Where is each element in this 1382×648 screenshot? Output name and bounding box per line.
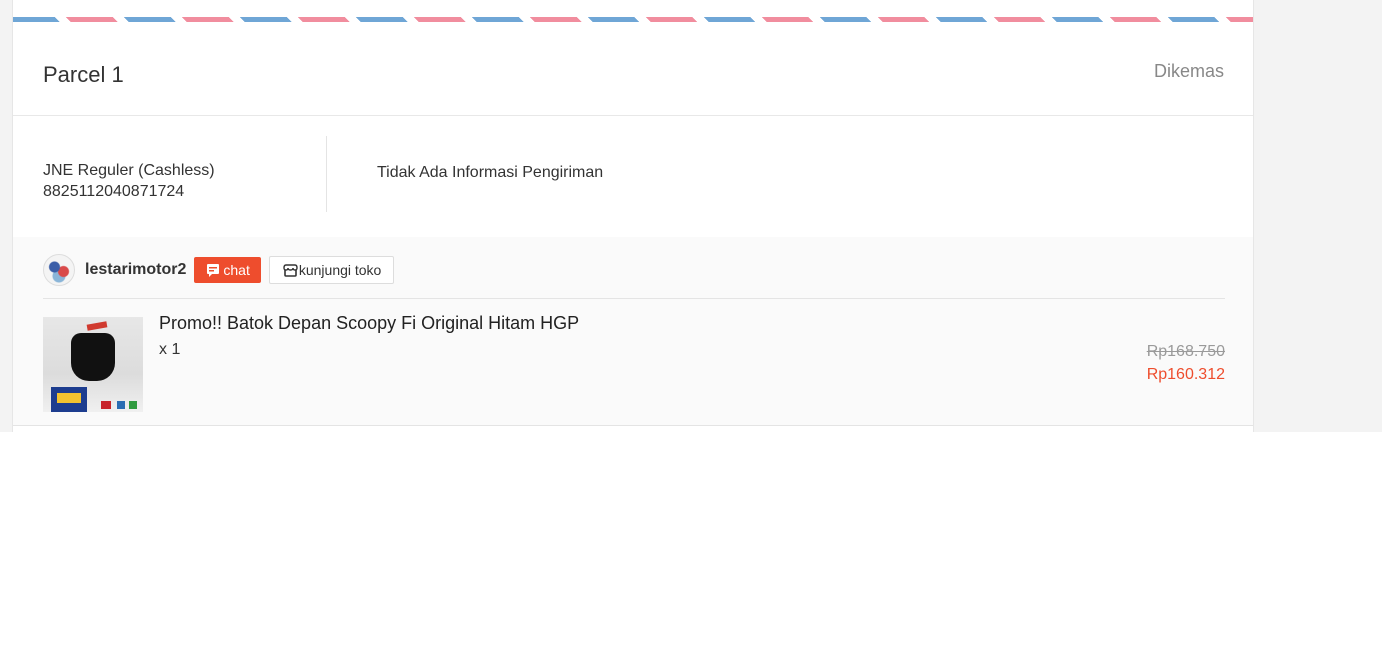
visit-shop-button[interactable]: kunjungi toko: [268, 256, 395, 284]
shop-avatar[interactable]: [43, 254, 75, 286]
shop-divider: [43, 298, 1225, 299]
shop-section: lestarimotor2 chat kunjungi toko Promo!!…: [13, 237, 1253, 425]
parcel-status: Dikemas: [1153, 61, 1224, 81]
courier-info: JNE Reguler (Cashless) 8825112040871724: [43, 160, 215, 202]
chat-bubble-icon: [207, 264, 220, 277]
product-image-badge-accent: [57, 393, 81, 403]
chat-button[interactable]: chat: [194, 257, 261, 283]
parcel-title: Parcel 1: [43, 62, 124, 87]
product-image-tag: [86, 321, 108, 331]
product-image-logo: [129, 401, 137, 409]
product-quantity: x 1: [159, 341, 181, 358]
price-original: Rp168.750: [1146, 343, 1225, 360]
visit-shop-label: kunjungi toko: [298, 262, 382, 278]
product-image-logo: [101, 401, 111, 409]
shop-icon: [283, 264, 298, 277]
shop-name[interactable]: lestarimotor2: [85, 261, 186, 279]
vertical-divider: [326, 136, 327, 212]
shipping-status-info: Tidak Ada Informasi Pengiriman: [377, 164, 604, 181]
courier-name: JNE Reguler (Cashless): [43, 162, 215, 179]
product-image-logo: [117, 401, 125, 409]
order-parcel-card: Parcel 1 Dikemas JNE Reguler (Cashless) …: [12, 0, 1254, 432]
product-name[interactable]: Promo!! Batok Depan Scoopy Fi Original H…: [159, 312, 579, 334]
shipping-section: JNE Reguler (Cashless) 8825112040871724 …: [13, 116, 1253, 237]
product-image[interactable]: [43, 317, 143, 412]
chat-button-label: chat: [223, 262, 250, 278]
price-discounted: Rp160.312: [1146, 366, 1225, 383]
shop-row: lestarimotor2 chat kunjungi toko: [43, 253, 395, 287]
parcel-header: Parcel 1 Dikemas: [13, 22, 1253, 116]
card-bottom-divider: [13, 425, 1253, 426]
product-image-part: [71, 333, 115, 381]
tracking-number: 8825112040871724: [43, 183, 185, 200]
